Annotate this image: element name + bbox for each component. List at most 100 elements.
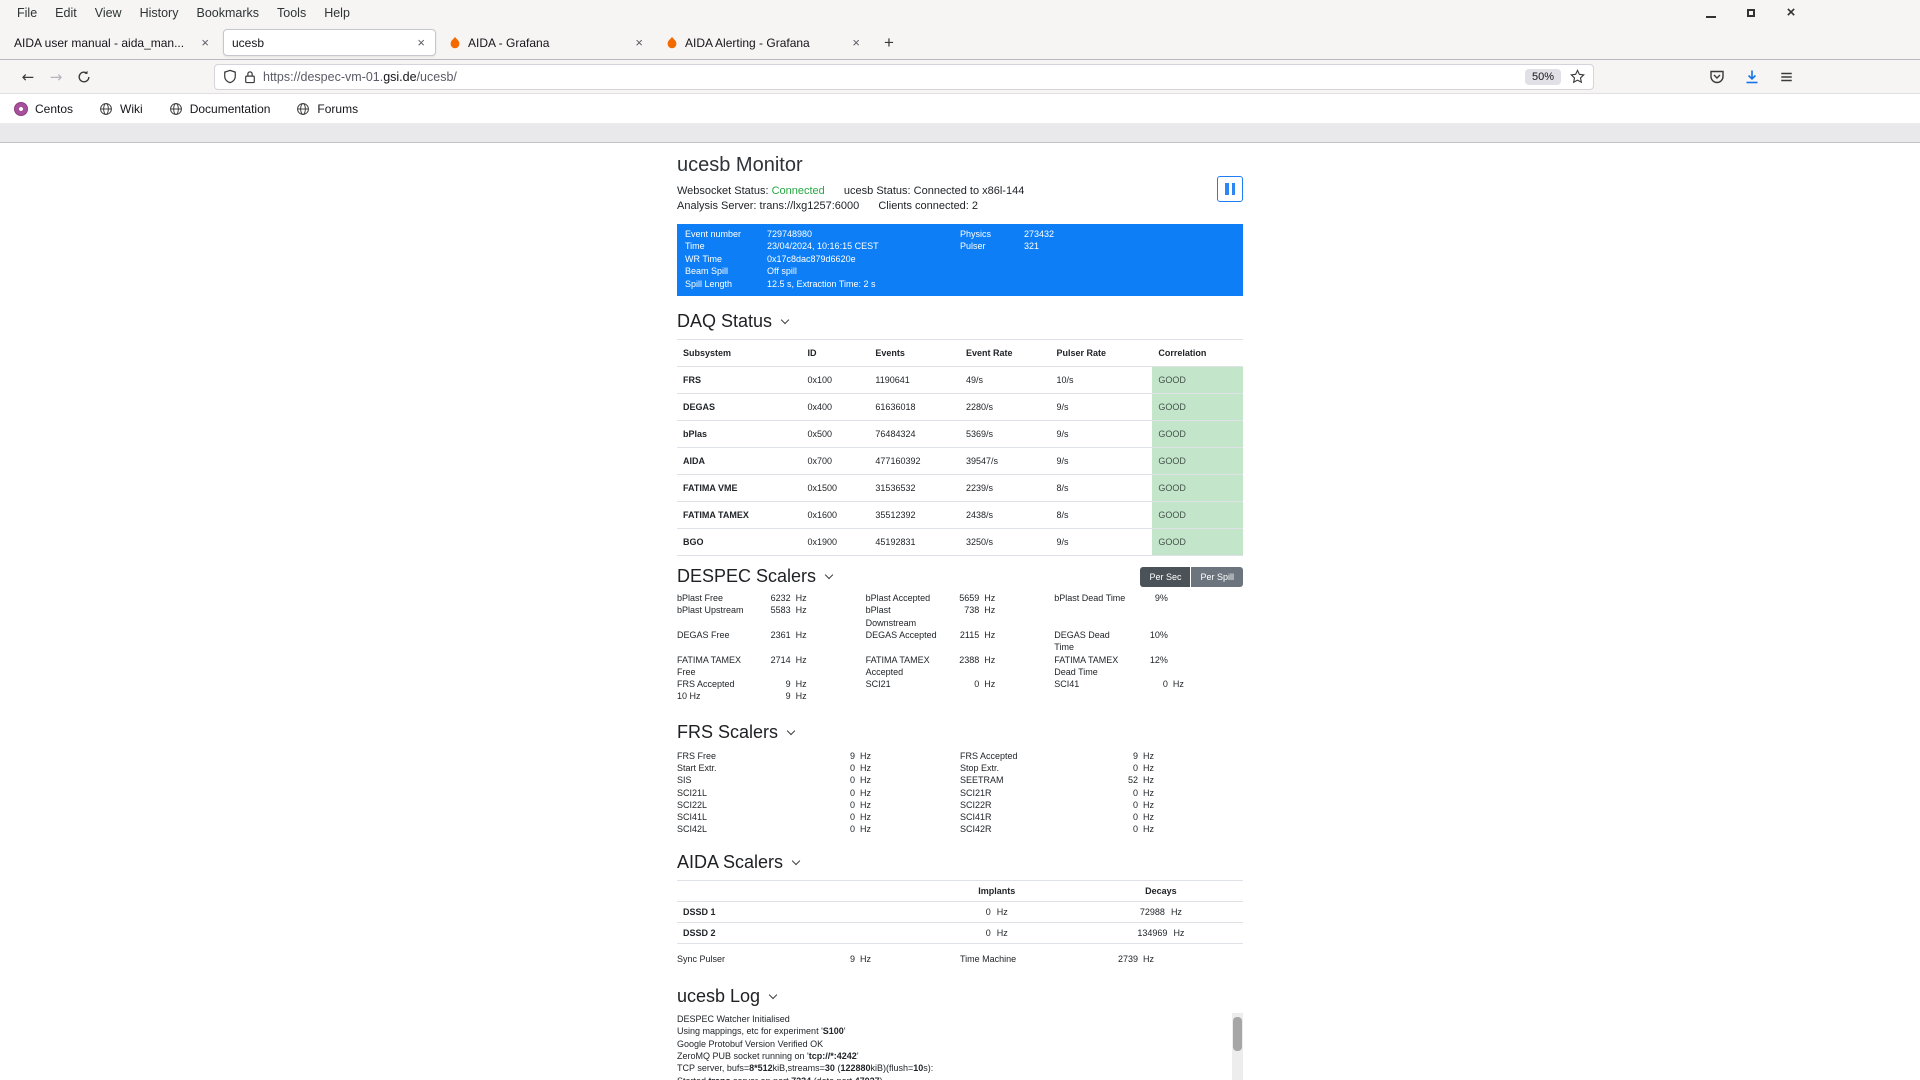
scaler-cell: SEETRAM 52 Hz (960, 774, 1243, 786)
zoom-level-badge[interactable]: 50% (1524, 68, 1561, 85)
log-scrollbar-thumb[interactable] (1233, 1017, 1242, 1052)
scaler-unit: Hz (795, 593, 807, 604)
scaler-cell: SCI42R 0 Hz (960, 823, 1243, 835)
menu-help[interactable]: Help (315, 2, 359, 24)
tab-aida[interactable]: AIDA user manual - aida_man... × (6, 29, 219, 56)
scaler-cell: SCI22R 0 Hz (960, 799, 1243, 811)
log-scrollbar[interactable] (1232, 1013, 1243, 1080)
per-spill-button[interactable]: Per Spill (1191, 566, 1243, 587)
table-cell: 477160392 (869, 447, 960, 476)
back-icon[interactable]: ← (14, 68, 42, 86)
scaler-unit: Hz (860, 750, 871, 761)
info-row: Physics 273432 (960, 228, 1235, 240)
download-icon[interactable] (1744, 69, 1760, 85)
bookmark-star-icon[interactable] (1570, 69, 1585, 84)
aida-scalers-heading[interactable]: AIDA Scalers (677, 852, 1243, 873)
table-cell: FATIMA TAMEX (677, 501, 802, 530)
menu-bookmarks[interactable]: Bookmarks (187, 2, 268, 24)
info-label: WR Time (685, 253, 722, 264)
implants-value: 0 Hz (914, 922, 1079, 944)
url-bar[interactable]: https://despec-vm-01.gsi.de/ucesb/ 50% (214, 63, 1594, 90)
log-text: Using mappings, etc for experiment ' (677, 1026, 823, 1037)
scaler-label: Stop Extr. (960, 763, 1000, 773)
scaler-cell (1054, 690, 1243, 702)
maximize-button[interactable] (1744, 6, 1758, 20)
tab-close-icon[interactable]: × (850, 35, 862, 50)
scaler-unit: Hz (860, 824, 871, 835)
scaler-cell: FRS Accepted 9 Hz (677, 678, 866, 690)
scaler-value: 2739 (1117, 953, 1138, 964)
bookmark-label: Wiki (120, 101, 143, 116)
info-label: Time (685, 241, 705, 252)
frs-scalers-heading[interactable]: FRS Scalers (677, 722, 1243, 743)
table-cell: 0x100 (801, 366, 870, 395)
scaler-unit: Hz (1143, 799, 1154, 810)
menu-edit[interactable]: Edit (46, 2, 86, 24)
scaler-label: SIS (677, 775, 692, 786)
bookmark-label: Documentation (189, 101, 271, 116)
menu-history[interactable]: History (131, 2, 188, 24)
scaler-value: 0 (1132, 799, 1138, 810)
scaler-label: SCI21L (677, 787, 708, 798)
globe-icon (296, 102, 310, 116)
menu-file[interactable]: File (8, 2, 46, 24)
pause-button[interactable] (1217, 176, 1243, 202)
scaler-row: SCI22L 0 Hz SCI22R 0 Hz (677, 799, 1243, 811)
scaler-value: 0 (849, 812, 855, 823)
minimize-button[interactable] (1704, 6, 1718, 20)
daq-status-heading[interactable]: DAQ Status (677, 311, 1243, 332)
shield-icon[interactable] (223, 69, 237, 84)
table-row: FATIMA VME 0x1500 31536532 2239/s 8/s GOOD (677, 474, 1243, 503)
tab-aida[interactable]: AIDA Alerting - Grafana × (657, 29, 870, 56)
tab-close-icon[interactable]: × (415, 35, 427, 50)
scaler-label: DEGAS Dead Time (1054, 629, 1110, 653)
tab-ucesb[interactable]: ucesb × (223, 29, 436, 56)
table-cell: 9/s (1050, 528, 1153, 557)
centos-icon (14, 101, 28, 116)
tab-aida[interactable]: AIDA - Grafana × (440, 29, 653, 56)
grafana-favicon-icon (665, 36, 679, 50)
menu-tools[interactable]: Tools (268, 2, 315, 24)
bookmark-wiki[interactable]: Wiki (99, 102, 143, 116)
forward-icon[interactable]: → (42, 68, 70, 86)
hamburger-menu-icon[interactable] (1779, 70, 1794, 84)
info-row: Time 23/04/2024, 10:16:15 CEST (685, 240, 960, 252)
scaler-unit: Hz (795, 629, 807, 640)
table-cell: 49/s (959, 366, 1051, 395)
log-text: 30 (824, 1063, 835, 1074)
close-button[interactable]: × (1784, 5, 1798, 20)
info-label: Beam Spill (685, 266, 729, 277)
per-sec-button[interactable]: Per Sec (1140, 566, 1191, 587)
column-header: ID (801, 339, 870, 368)
tab-close-icon[interactable]: × (199, 35, 211, 50)
scaler-cell: DEGAS Free 2361 Hz (677, 629, 866, 654)
bookmark-documentation[interactable]: Documentation (169, 101, 271, 116)
menu-view[interactable]: View (86, 2, 131, 24)
bookmark-forums[interactable]: Forums (296, 102, 358, 116)
info-label: Pulser (960, 241, 986, 252)
correlation-status-badge: GOOD (1152, 420, 1243, 449)
correlation-status-badge: GOOD (1152, 366, 1243, 395)
scaler-label: SCI41 (1054, 679, 1080, 690)
navigation-toolbar: ← → https://despec-vm-01.gsi.de/ucesb/ 5… (0, 60, 1920, 94)
info-row: Event number 729748980 (685, 228, 960, 240)
lock-icon[interactable] (244, 70, 256, 84)
new-tab-button[interactable]: + (874, 33, 904, 53)
correlation-status-badge: GOOD (1152, 528, 1243, 557)
despec-scalers-heading[interactable]: DESPEC Scalers Per Sec Per Spill (677, 566, 1243, 587)
scaler-cell: Stop Extr. 0 Hz (960, 762, 1243, 774)
scaler-label: FRS Free (677, 750, 717, 761)
scaler-cell: SCI21R 0 Hz (960, 787, 1243, 799)
tab-close-icon[interactable]: × (633, 35, 645, 50)
scaler-cell: Sync Pulser 9 Hz (677, 953, 960, 965)
ucesb-log-heading[interactable]: ucesb Log (677, 986, 1243, 1007)
scaler-unit: Hz (860, 812, 871, 823)
pocket-icon[interactable] (1709, 69, 1725, 85)
bookmark-centos[interactable]: Centos (14, 101, 73, 116)
table-cell: 45192831 (869, 528, 960, 557)
table-cell: 0x500 (801, 420, 870, 449)
scaler-label: FRS Accepted (677, 679, 735, 690)
table-header: Subsystem ID Events Event Rate Pulser Rate Co… (677, 339, 1243, 368)
chevron-down-icon (791, 856, 801, 866)
reload-icon[interactable] (70, 70, 98, 84)
